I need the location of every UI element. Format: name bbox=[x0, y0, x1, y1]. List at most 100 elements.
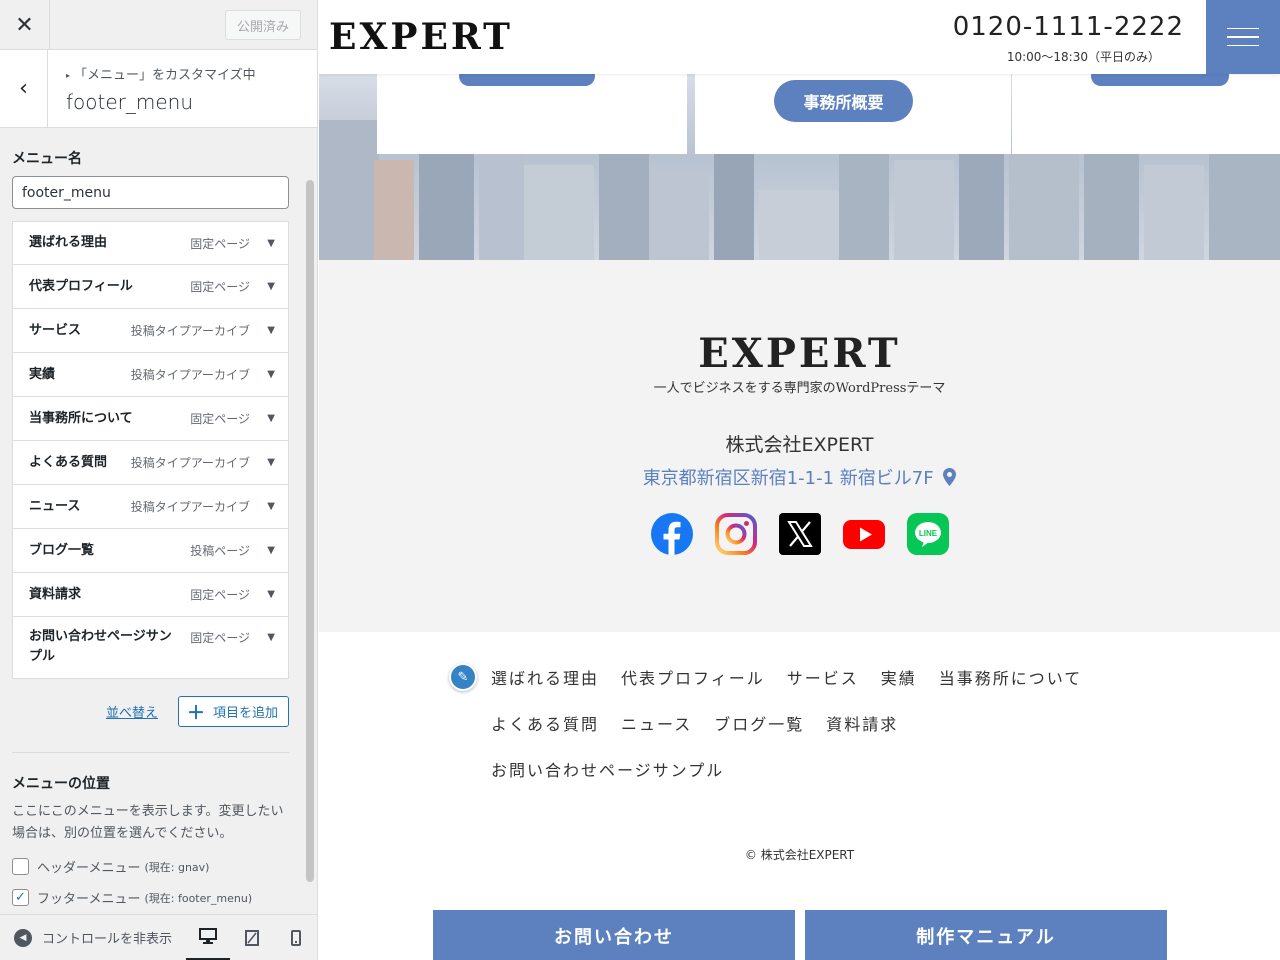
menu-item-type: 固定ページ bbox=[190, 412, 250, 426]
footer-link[interactable]: ニュース bbox=[621, 714, 692, 735]
company-name: 株式会社EXPERT bbox=[725, 434, 874, 456]
location-label: ヘッダーメニュー bbox=[37, 861, 141, 876]
location-current: (現在: gnav) bbox=[144, 860, 210, 874]
menu-item-title: ブログ一覧 bbox=[29, 542, 95, 558]
menu-name-input[interactable] bbox=[12, 176, 289, 209]
menu-location-description: ここにこのメニューを表示します。変更したい場合は、別の位置を選んでください。 bbox=[12, 804, 284, 841]
phone-number[interactable]: 0120-1111-2222 bbox=[953, 12, 1184, 42]
menu-item[interactable]: 資料請求 固定ページ ▼ bbox=[12, 573, 289, 617]
footer-link[interactable]: 代表プロフィール bbox=[621, 668, 765, 689]
breadcrumb-triangle-icon: ▸ bbox=[66, 71, 71, 80]
expand-arrow-icon[interactable]: ▼ bbox=[267, 545, 275, 556]
breadcrumb-text: 「メニュー」をカスタマイズ中 bbox=[74, 68, 256, 83]
collapse-arrow-icon: ◀ bbox=[14, 928, 32, 947]
footer-link[interactable]: 実績 bbox=[881, 668, 917, 689]
edit-menu-pencil-icon[interactable]: ✎ bbox=[449, 663, 477, 691]
x-icon[interactable] bbox=[778, 513, 821, 555]
card-button-partial[interactable] bbox=[1091, 74, 1229, 86]
mobile-icon bbox=[291, 929, 301, 946]
menu-item-type: 固定ページ bbox=[190, 236, 250, 251]
expand-arrow-icon[interactable]: ▼ bbox=[267, 589, 275, 600]
footer-navigation: ✎ 選ばれる理由 代表プロフィール サービス 実績 当事務所について よくある質… bbox=[319, 632, 1280, 960]
footer-link[interactable]: 選ばれる理由 bbox=[491, 668, 599, 689]
menu-item-type: 投稿タイプアーカイブ bbox=[130, 324, 250, 338]
menu-item[interactable]: よくある質問 投稿タイプアーカイブ ▼ bbox=[12, 441, 289, 485]
site-header: EXPERT 0120-1111-2222 10:00〜18:30（平日のみ） bbox=[319, 0, 1280, 74]
footer-brand-area: EXPERT 一人でビジネスをする専門家のWordPressテーマ 株式会社EX… bbox=[319, 260, 1280, 632]
hamburger-menu-button[interactable] bbox=[1206, 0, 1280, 74]
menu-name-label: メニュー名 bbox=[12, 151, 82, 167]
expand-arrow-icon[interactable]: ▼ bbox=[267, 457, 275, 468]
menu-item-type: 投稿タイプアーカイブ bbox=[130, 368, 250, 382]
expand-arrow-icon[interactable]: ▼ bbox=[267, 413, 275, 424]
location-option-header[interactable]: ヘッダーメニュー (現在: gnav) bbox=[12, 857, 305, 876]
expand-arrow-icon[interactable]: ▼ bbox=[267, 632, 275, 643]
city-background-image: 事務所概要 bbox=[319, 74, 1280, 260]
panel-scrollbar[interactable] bbox=[306, 180, 314, 882]
footer-logo[interactable]: EXPERT bbox=[319, 330, 1280, 377]
footer-link[interactable]: 当事務所について bbox=[939, 668, 1083, 689]
address-link[interactable]: 東京都新宿区新宿1-1-1 新宿ビル7F bbox=[319, 464, 1280, 490]
tagline: 一人でビジネスをする専門家のWordPressテーマ bbox=[653, 381, 946, 396]
hamburger-line bbox=[1227, 44, 1259, 47]
footer-nav-links: 選ばれる理由 代表プロフィール サービス 実績 当事務所について よくある質問 … bbox=[491, 668, 1111, 781]
copyright: © 株式会社EXPERT bbox=[744, 848, 855, 862]
desktop-preview-button[interactable] bbox=[186, 915, 230, 960]
menu-item[interactable]: 選ばれる理由 固定ページ ▼ bbox=[12, 221, 289, 265]
footer-link[interactable]: サービス bbox=[787, 668, 859, 689]
reorder-link[interactable]: 並べ替え bbox=[106, 702, 158, 721]
close-customizer-button[interactable]: ✕ bbox=[0, 0, 50, 50]
add-item-button[interactable]: ＋ 項目を追加 bbox=[177, 696, 289, 727]
footer-link[interactable]: ブログ一覧 bbox=[714, 714, 804, 735]
line-icon[interactable]: LINE bbox=[906, 513, 949, 555]
expand-arrow-icon[interactable]: ▼ bbox=[267, 238, 275, 249]
instagram-icon[interactable] bbox=[714, 513, 757, 555]
footer-link[interactable]: 資料請求 bbox=[826, 714, 898, 735]
menu-item[interactable]: ニュース 投稿タイプアーカイブ ▼ bbox=[12, 485, 289, 529]
youtube-icon[interactable] bbox=[842, 513, 885, 555]
contact-cta-button[interactable]: お問い合わせ bbox=[433, 910, 795, 960]
address-text: 東京都新宿区新宿1-1-1 新宿ビル7F bbox=[642, 468, 934, 489]
expand-arrow-icon[interactable]: ▼ bbox=[267, 501, 275, 512]
collapse-label: コントロールを非表示 bbox=[42, 932, 173, 947]
menu-item[interactable]: サービス 投稿タイプアーカイブ ▼ bbox=[12, 309, 289, 353]
expand-arrow-icon[interactable]: ▼ bbox=[267, 369, 275, 380]
footer-link[interactable]: よくある質問 bbox=[491, 714, 599, 735]
header-menu-checkbox[interactable] bbox=[12, 858, 29, 875]
menu-item-title: 選ばれる理由 bbox=[29, 235, 108, 250]
menu-item[interactable]: ブログ一覧 投稿ページ ▼ bbox=[12, 529, 289, 573]
collapse-controls-button[interactable]: ◀ コントロールを非表示 bbox=[0, 928, 186, 947]
footer-link[interactable]: お問い合わせページサンプル bbox=[491, 760, 1091, 781]
menu-item[interactable]: お問い合わせページサンプル 固定ページ ▼ bbox=[12, 617, 289, 679]
menu-item[interactable]: 当事務所について 固定ページ ▼ bbox=[12, 397, 289, 441]
section-title: footer_menu bbox=[66, 90, 194, 114]
hamburger-line bbox=[1227, 36, 1259, 38]
back-button[interactable]: ‹ bbox=[0, 50, 48, 127]
expand-arrow-icon[interactable]: ▼ bbox=[267, 281, 275, 292]
menu-item-type: 投稿タイプアーカイブ bbox=[130, 500, 250, 514]
hamburger-line bbox=[1227, 27, 1259, 30]
section-header: ‹ ▸ 「メニュー」をカスタマイズ中 footer_menu bbox=[0, 50, 317, 128]
facebook-icon[interactable] bbox=[650, 513, 693, 555]
office-overview-button[interactable]: 事務所概要 bbox=[774, 80, 913, 122]
business-hours: 10:00〜18:30（平日のみ） bbox=[1006, 50, 1160, 64]
manual-cta-button[interactable]: 制作マニュアル bbox=[805, 910, 1167, 960]
site-logo[interactable]: EXPERT bbox=[329, 16, 513, 58]
menu-item[interactable]: 代表プロフィール 固定ページ ▼ bbox=[12, 265, 289, 309]
customizer-sidebar: ✕ 公開済み ‹ ▸ 「メニュー」をカスタマイズ中 footer_menu メニュ… bbox=[0, 0, 318, 960]
tablet-preview-button[interactable] bbox=[230, 915, 274, 960]
menu-item-type: 投稿タイプアーカイブ bbox=[130, 456, 250, 470]
menu-actions: 並べ替え ＋ 項目を追加 bbox=[12, 696, 289, 727]
menu-item-title: 代表プロフィール bbox=[29, 278, 133, 294]
mobile-preview-button[interactable] bbox=[274, 915, 317, 960]
menu-item-type: 投稿ページ bbox=[190, 544, 250, 558]
publish-button[interactable]: 公開済み bbox=[224, 10, 301, 40]
tablet-icon bbox=[245, 929, 259, 946]
expand-arrow-icon[interactable]: ▼ bbox=[267, 325, 275, 336]
menu-item-type: 固定ページ bbox=[190, 280, 250, 294]
menu-item[interactable]: 実績 投稿タイプアーカイブ ▼ bbox=[12, 353, 289, 397]
location-option-footer[interactable]: ✓ フッターメニュー (現在: footer_menu) bbox=[12, 888, 305, 907]
card-button-partial[interactable] bbox=[459, 74, 595, 86]
social-links: LINE bbox=[319, 513, 1280, 555]
footer-menu-checkbox[interactable]: ✓ bbox=[12, 889, 29, 906]
